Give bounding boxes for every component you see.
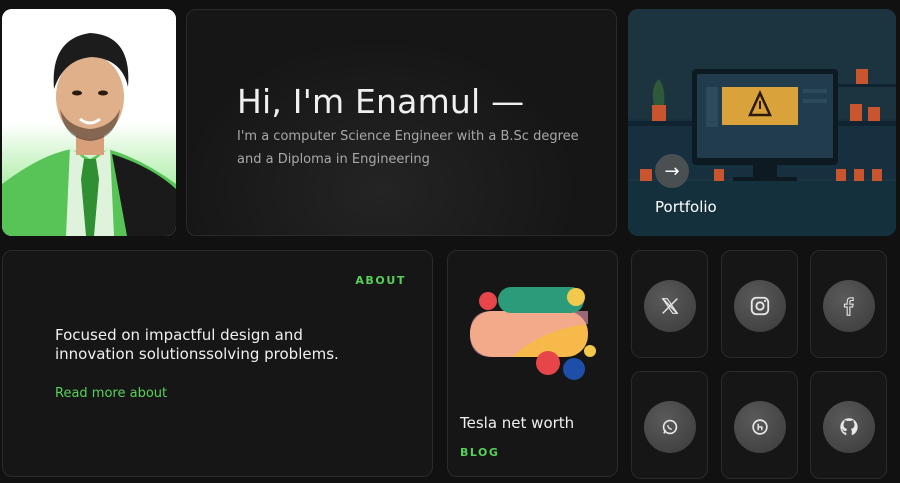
- blog-illustration: [470, 287, 596, 380]
- blog-tag: BLOG: [460, 446, 500, 459]
- intro-card: Hi, I'm Enamul — I'm a computer Science …: [186, 9, 617, 236]
- instagram-icon[interactable]: [734, 280, 786, 332]
- about-card: ABOUT Focused on impactful design and in…: [2, 250, 433, 477]
- social-card-x[interactable]: [631, 250, 708, 358]
- about-tag: ABOUT: [355, 274, 406, 287]
- social-card-github[interactable]: [810, 371, 887, 479]
- social-card-whatsapp[interactable]: [631, 371, 708, 479]
- social-card-facebook[interactable]: [810, 250, 887, 358]
- github-icon[interactable]: [823, 401, 875, 453]
- arrow-right-icon[interactable]: →: [655, 154, 689, 188]
- hero-description: I'm a computer Science Engineer with a B…: [237, 129, 579, 167]
- social-card-instagram[interactable]: [721, 250, 798, 358]
- x-icon[interactable]: [644, 280, 696, 332]
- whatsapp-icon[interactable]: [644, 401, 696, 453]
- hashnode-icon[interactable]: [734, 401, 786, 453]
- blog-card[interactable]: Tesla net worth BLOG: [447, 250, 618, 477]
- about-text: Focused on impactful design and innovati…: [55, 326, 339, 363]
- portfolio-label: Portfolio: [655, 198, 717, 216]
- blog-title: Tesla net worth: [460, 414, 575, 432]
- hero-title: Hi, I'm Enamul —: [237, 82, 525, 121]
- profile-photo: [2, 9, 176, 236]
- read-more-link[interactable]: Read more about: [55, 386, 167, 401]
- profile-photo-image: [2, 9, 176, 236]
- portfolio-card[interactable]: → Portfolio: [628, 9, 896, 236]
- social-card-hashnode[interactable]: [721, 371, 798, 479]
- facebook-icon[interactable]: [823, 280, 875, 332]
